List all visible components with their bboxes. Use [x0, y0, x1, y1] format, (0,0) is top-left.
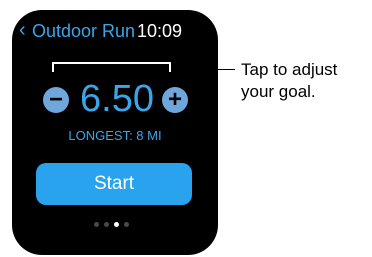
longest-distance-label: LONGEST: 8 MI: [68, 128, 162, 143]
page-dot: [124, 222, 129, 227]
page-dot: [94, 222, 99, 227]
app-title[interactable]: Outdoor Run: [32, 20, 135, 42]
page-indicator[interactable]: [94, 222, 129, 228]
page-dot: [104, 222, 109, 227]
callout-line: [173, 69, 235, 70]
callout-line-1: Tap to adjust: [241, 60, 338, 79]
decrement-button[interactable]: −: [43, 87, 69, 113]
goal-bracket: [52, 62, 171, 72]
goal-value[interactable]: 6.50: [75, 76, 159, 122]
start-button[interactable]: Start: [36, 163, 192, 205]
page-dot: [114, 222, 119, 227]
callout-line-2: your goal.: [241, 82, 316, 101]
clock-time: 10:09: [137, 21, 183, 41]
callout-text: Tap to adjust your goal.: [241, 59, 337, 103]
increment-button[interactable]: +: [162, 87, 188, 113]
back-chevron-icon[interactable]: ‹: [19, 19, 31, 41]
